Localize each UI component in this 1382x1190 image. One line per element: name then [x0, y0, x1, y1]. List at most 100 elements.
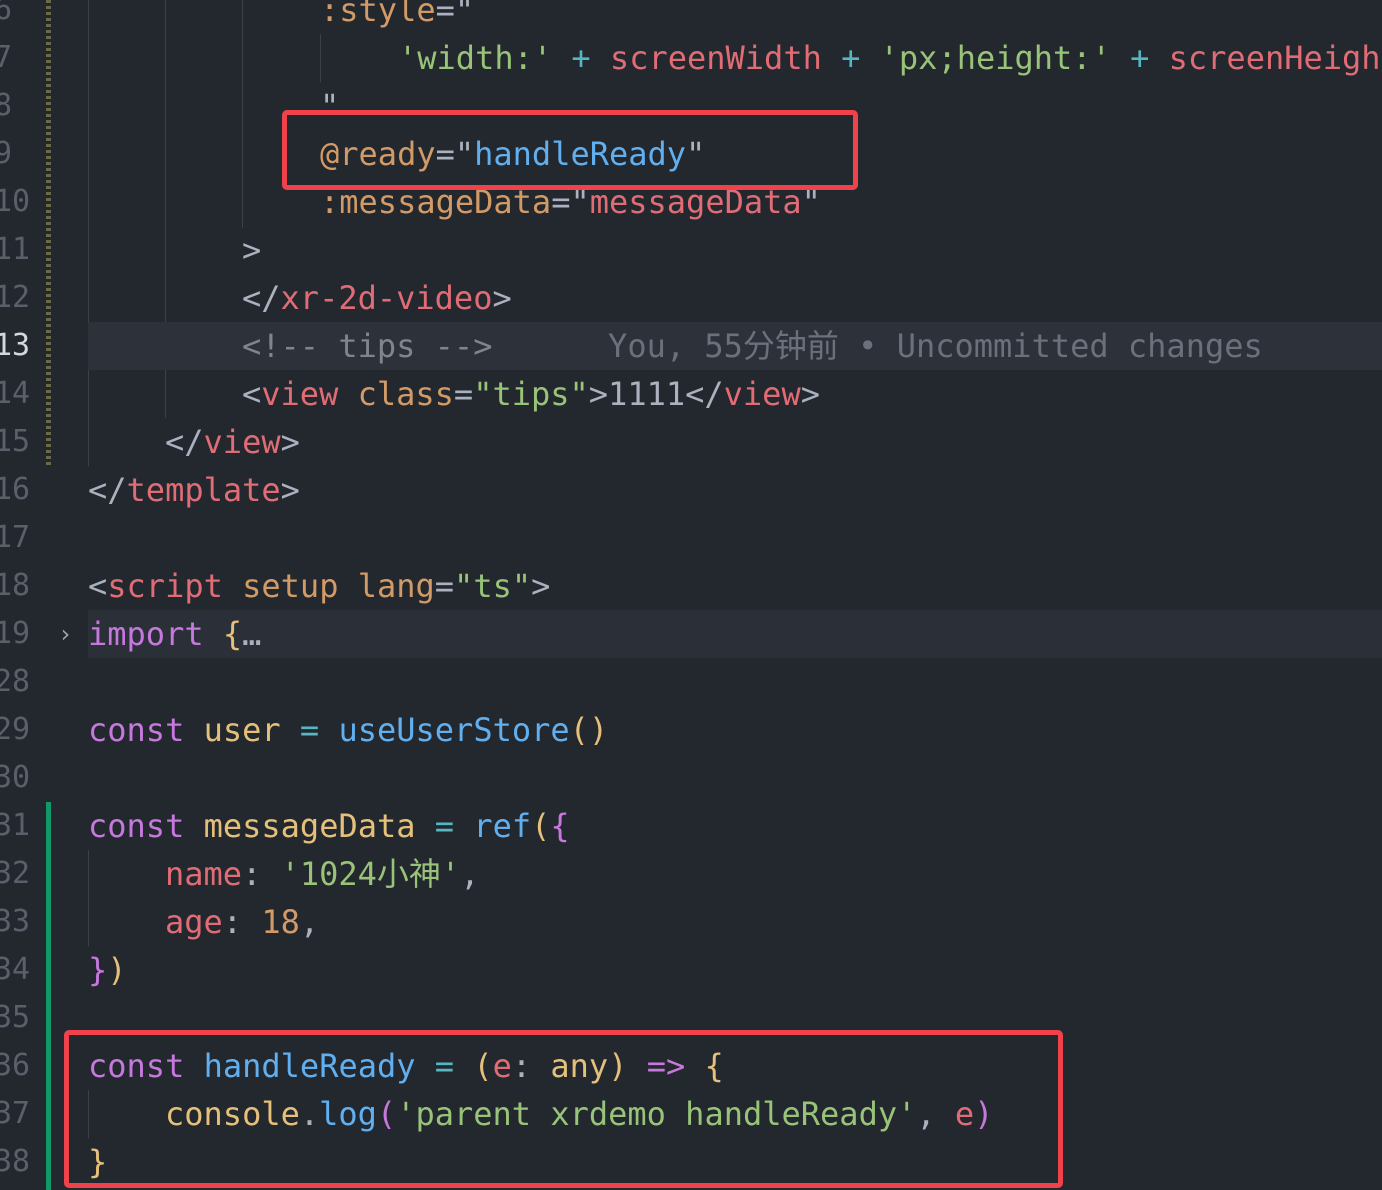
- line-number: 28: [0, 664, 31, 699]
- code-token: "ts": [454, 567, 532, 605]
- code-token: screenHeight: [1168, 39, 1382, 77]
- code-token: (): [569, 711, 609, 749]
- highlight-box-handle-ready-function: [64, 1030, 1063, 1188]
- code-token: user: [203, 711, 281, 749]
- code-token: +: [841, 39, 861, 77]
- code-line[interactable]: 11 >: [0, 226, 1382, 274]
- code-line[interactable]: 7 'width:' + screenWidth + 'px;height:' +…: [0, 34, 1382, 82]
- code-token: =: [434, 567, 455, 605]
- code-token: (: [531, 807, 551, 845]
- code-token: =: [434, 807, 455, 845]
- code-token: 18: [261, 903, 300, 941]
- code-token: screenWidth: [609, 39, 822, 77]
- code-line[interactable]: 13 <!-- tips --> You, 55分钟前 • Uncommitted…: [0, 322, 1382, 370]
- code-editor[interactable]: 6 :style=" 7 'width:' + screenWidth + 'px;h…: [0, 0, 1382, 1190]
- code-text: </xr-2d-video>: [242, 274, 512, 322]
- code-line[interactable]: 18 <script setup lang="ts">: [0, 562, 1382, 610]
- code-token: view: [203, 423, 281, 461]
- highlight-box-ready-attribute: [282, 110, 858, 190]
- code-token: >: [588, 375, 609, 413]
- code-token: +: [1130, 39, 1150, 77]
- code-token: {: [550, 807, 570, 845]
- line-number: 36: [0, 1048, 31, 1083]
- code-token: view: [261, 375, 339, 413]
- code-token: …: [242, 615, 262, 653]
- code-token: 'px;height:': [879, 39, 1111, 77]
- code-text: }): [88, 946, 127, 994]
- code-line[interactable]: 16 </template>: [0, 466, 1382, 514]
- code-line[interactable]: 33 age: 18,: [0, 898, 1382, 946]
- code-line[interactable]: 28: [0, 658, 1382, 706]
- code-line[interactable]: 15 </view>: [0, 418, 1382, 466]
- code-token: 1111: [608, 375, 686, 413]
- code-token: xr-2d-video: [280, 279, 493, 317]
- line-number: 34: [0, 952, 31, 987]
- code-token: </: [88, 471, 127, 509]
- code-token: =": [435, 0, 475, 29]
- code-line[interactable]: 34}): [0, 946, 1382, 994]
- code-text: const user = useUserStore(): [88, 706, 608, 754]
- code-token: </: [242, 279, 281, 317]
- code-text: >: [242, 226, 261, 274]
- line-number: 18: [0, 568, 31, 603]
- code-token: ref: [473, 807, 532, 845]
- code-line[interactable]: 12 </xr-2d-video>: [0, 274, 1382, 322]
- line-number: 11: [0, 232, 31, 267]
- line-number: 8: [0, 88, 13, 123]
- code-token: <!-- tips -->: [242, 327, 493, 365]
- code-token: lang: [357, 567, 435, 605]
- code-line[interactable]: 31 const messageData = ref({: [0, 802, 1382, 850]
- line-number: 32: [0, 856, 31, 891]
- code-token: script: [107, 567, 223, 605]
- code-text: const messageData = ref({: [88, 802, 570, 850]
- fold-chevron-icon[interactable]: ›: [58, 610, 72, 658]
- line-number: 9: [0, 136, 13, 171]
- code-token: 'width:': [398, 39, 553, 77]
- line-number: 33: [0, 904, 31, 939]
- code-token: >: [492, 279, 512, 317]
- code-line[interactable]: 19 › import {…: [0, 610, 1382, 658]
- code-token: view: [723, 375, 801, 413]
- code-token: messageData: [203, 807, 416, 845]
- code-token: :: [222, 903, 262, 941]
- line-number: 15: [0, 424, 31, 459]
- code-token: useUserStore: [338, 711, 570, 749]
- code-line[interactable]: 14 <view class="tips">1111</view>: [0, 370, 1382, 418]
- code-line[interactable]: 30: [0, 754, 1382, 802]
- line-number: 12: [0, 280, 31, 315]
- code-token: :: [242, 855, 281, 893]
- code-line[interactable]: 17: [0, 514, 1382, 562]
- code-token: ): [107, 951, 127, 989]
- code-token: >: [800, 375, 820, 413]
- code-text: 'width:' + screenWidth + 'px;height:' + …: [398, 34, 1382, 82]
- code-token: "tips": [473, 375, 589, 413]
- code-line[interactable]: 6 :style=": [0, 0, 1382, 34]
- code-token: <: [88, 567, 108, 605]
- line-number: 10: [0, 184, 31, 219]
- code-token: >: [280, 423, 300, 461]
- code-text: <!-- tips --> You, 55分钟前 • Uncommitted c…: [242, 322, 1263, 370]
- code-token: =: [299, 711, 320, 749]
- code-token: ,: [299, 903, 320, 941]
- line-number: 6: [0, 0, 13, 27]
- line-number: 35: [0, 1000, 31, 1035]
- code-text: :style=": [320, 0, 474, 34]
- code-line[interactable]: 29 const user = useUserStore(): [0, 706, 1382, 754]
- code-text: </template>: [88, 466, 300, 514]
- code-token: template: [126, 471, 281, 509]
- code-token: {: [222, 615, 243, 653]
- code-text: <script setup lang="ts">: [88, 562, 550, 610]
- line-number: 7: [0, 40, 13, 75]
- code-line[interactable]: 32 name: '1024小神',: [0, 850, 1382, 898]
- code-token: setup: [242, 567, 339, 605]
- line-number: 31: [0, 808, 31, 843]
